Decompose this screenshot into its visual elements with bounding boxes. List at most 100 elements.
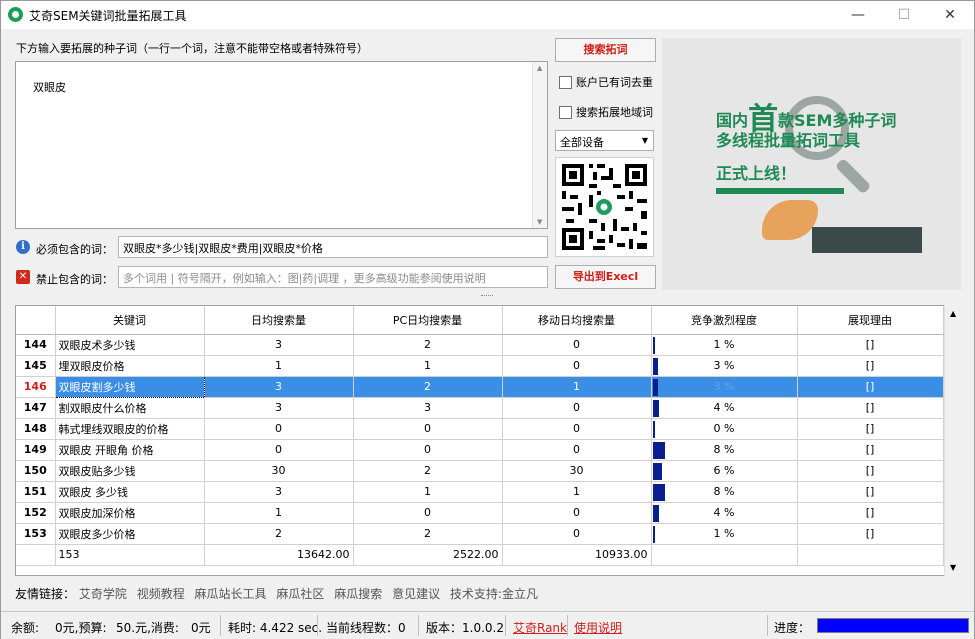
link-feedback[interactable]: 意见建议 xyxy=(392,587,440,601)
row-mobile[interactable]: 0 xyxy=(502,502,652,524)
row-index[interactable]: 149 xyxy=(16,439,56,461)
row-competition[interactable]: 1 % xyxy=(651,334,798,356)
row-index[interactable]: 151 xyxy=(16,481,56,503)
link-magua-webmaster[interactable]: 麻瓜站长工具 xyxy=(195,587,267,601)
row-pc[interactable]: 2 xyxy=(353,334,503,356)
row-daily[interactable]: 3 xyxy=(204,397,354,419)
table-row[interactable]: 151 双眼皮 多少钱 3 1 1 8 %[] xyxy=(16,481,944,503)
table-row[interactable]: 147 割双眼皮什么价格 3 3 0 4 %[] xyxy=(16,397,944,419)
link-magua-community[interactable]: 麻瓜社区 xyxy=(276,587,324,601)
row-pc[interactable]: 2 xyxy=(353,376,503,398)
row-competition[interactable]: 4 % xyxy=(651,502,798,524)
chevron-down-icon[interactable]: ▼ xyxy=(637,131,653,150)
row-reason[interactable]: [] xyxy=(797,502,944,524)
row-reason[interactable]: [] xyxy=(797,334,944,356)
row-daily[interactable]: 3 xyxy=(204,481,354,503)
row-keyword[interactable]: 韩式埋线双眼皮的价格 xyxy=(55,418,205,440)
row-daily[interactable]: 3 xyxy=(204,334,354,356)
col-header-competition[interactable]: 竞争激烈程度 xyxy=(651,306,798,335)
row-keyword[interactable]: 双眼皮贴多少钱 xyxy=(55,460,205,482)
row-index[interactable]: 147 xyxy=(16,397,56,419)
row-reason[interactable]: [] xyxy=(797,523,944,545)
grid-scrollbar[interactable]: ▲ ▼ xyxy=(944,305,961,576)
col-header-pc[interactable]: PC日均搜索量 xyxy=(353,306,503,335)
col-header-reason[interactable]: 展现理由 xyxy=(797,306,944,335)
row-competition[interactable]: 6 % xyxy=(651,460,798,482)
promo-banner[interactable]: 国内首款SEM多种子词 多线程批量拓词工具 正式上线！ xyxy=(662,38,961,290)
include-input[interactable]: 双眼皮*多少钱|双眼皮*费用|双眼皮*价格 xyxy=(118,236,548,258)
row-mobile[interactable]: 0 xyxy=(502,355,652,377)
row-daily[interactable]: 1 xyxy=(204,355,354,377)
row-competition[interactable]: 1 % xyxy=(651,523,798,545)
minimize-button[interactable]: — xyxy=(835,1,881,29)
device-select[interactable]: 全部设备 ▼ xyxy=(555,130,654,151)
table-row[interactable]: 153 双眼皮多少价格 2 2 0 1 %[] xyxy=(16,523,944,545)
row-mobile[interactable]: 1 xyxy=(502,376,652,398)
aiqi-rank-link[interactable]: 艾奇Rank xyxy=(513,619,567,636)
row-pc[interactable]: 0 xyxy=(353,439,503,461)
row-mobile[interactable]: 0 xyxy=(502,334,652,356)
seed-textarea[interactable]: 双眼皮 ▲ ▼ xyxy=(15,61,548,229)
row-competition[interactable]: 3 % xyxy=(651,355,798,377)
export-excel-button[interactable]: 导出到Execl xyxy=(555,265,656,289)
row-reason[interactable]: [] xyxy=(797,481,944,503)
col-header-daily[interactable]: 日均搜索量 xyxy=(204,306,354,335)
row-keyword[interactable]: 割双眼皮什么价格 xyxy=(55,397,205,419)
dedupe-checkbox[interactable]: 账户已有词去重 xyxy=(559,74,653,90)
row-reason[interactable]: [] xyxy=(797,418,944,440)
row-reason[interactable]: [] xyxy=(797,439,944,461)
row-mobile[interactable]: 0 xyxy=(502,523,652,545)
splitter-handle[interactable] xyxy=(481,295,493,298)
row-competition[interactable]: 8 % xyxy=(651,439,798,461)
maximize-button[interactable]: ☐ xyxy=(881,1,927,29)
row-daily[interactable]: 0 xyxy=(204,439,354,461)
row-pc[interactable]: 2 xyxy=(353,460,503,482)
table-row[interactable]: 150 双眼皮贴多少钱 30 2 30 6 %[] xyxy=(16,460,944,482)
search-expand-button[interactable]: 搜索拓词 xyxy=(555,38,656,62)
link-aiqi-academy[interactable]: 艾奇学院 xyxy=(79,587,127,601)
table-row[interactable]: 149 双眼皮 开眼角 价格 0 0 0 8 %[] xyxy=(16,439,944,461)
row-mobile[interactable]: 30 xyxy=(502,460,652,482)
row-index[interactable]: 150 xyxy=(16,460,56,482)
row-reason[interactable]: [] xyxy=(797,355,944,377)
checkbox-box[interactable] xyxy=(559,75,572,89)
row-index[interactable]: 144 xyxy=(16,334,56,356)
table-row[interactable]: 148 韩式埋线双眼皮的价格 0 0 0 0 %[] xyxy=(16,418,944,440)
row-daily[interactable]: 2 xyxy=(204,523,354,545)
scroll-up-icon[interactable]: ▲ xyxy=(950,309,956,318)
results-grid[interactable]: 关键词 日均搜索量 PC日均搜索量 移动日均搜索量 竞争激烈程度 展现理由 14… xyxy=(15,305,961,576)
row-index[interactable]: 148 xyxy=(16,418,56,440)
row-competition[interactable]: 3 % xyxy=(651,376,798,398)
row-reason[interactable]: [] xyxy=(797,460,944,482)
row-daily[interactable]: 1 xyxy=(204,502,354,524)
row-reason[interactable]: [] xyxy=(797,397,944,419)
row-competition[interactable]: 0 % xyxy=(651,418,798,440)
row-index[interactable]: 153 xyxy=(16,523,56,545)
row-daily[interactable]: 0 xyxy=(204,418,354,440)
row-keyword[interactable]: 埋双眼皮价格 xyxy=(55,355,205,377)
link-tech-support[interactable]: 技术支持:金立凡 xyxy=(450,587,538,601)
link-video-tutorial[interactable]: 视频教程 xyxy=(137,587,185,601)
row-index[interactable]: 152 xyxy=(16,502,56,524)
help-link[interactable]: 使用说明 xyxy=(574,619,622,636)
row-pc[interactable]: 1 xyxy=(353,481,503,503)
row-index[interactable]: 146 xyxy=(16,376,56,398)
seed-scrollbar[interactable]: ▲ ▼ xyxy=(532,62,547,228)
row-keyword[interactable]: 双眼皮 开眼角 价格 xyxy=(55,439,205,461)
row-daily[interactable]: 30 xyxy=(204,460,354,482)
col-header-keyword[interactable]: 关键词 xyxy=(55,306,205,335)
row-keyword[interactable]: 双眼皮多少价格 xyxy=(55,523,205,545)
row-mobile[interactable]: 0 xyxy=(502,418,652,440)
row-mobile[interactable]: 0 xyxy=(502,397,652,419)
table-row[interactable]: 146 双眼皮割多少钱 3 2 1 3 % [] xyxy=(16,375,944,398)
scroll-down-icon[interactable]: ▼ xyxy=(950,563,956,572)
scroll-up-icon[interactable]: ▲ xyxy=(537,64,542,72)
row-mobile[interactable]: 0 xyxy=(502,439,652,461)
table-row[interactable]: 144 双眼皮术多少钱 3 2 0 1 % [] xyxy=(16,334,944,356)
row-keyword[interactable]: 双眼皮术多少钱 xyxy=(55,334,205,356)
row-pc[interactable]: 3 xyxy=(353,397,503,419)
row-reason[interactable]: [] xyxy=(797,376,944,398)
row-pc[interactable]: 0 xyxy=(353,502,503,524)
checkbox-box[interactable] xyxy=(559,105,572,119)
row-keyword[interactable]: 双眼皮 多少钱 xyxy=(55,481,205,503)
